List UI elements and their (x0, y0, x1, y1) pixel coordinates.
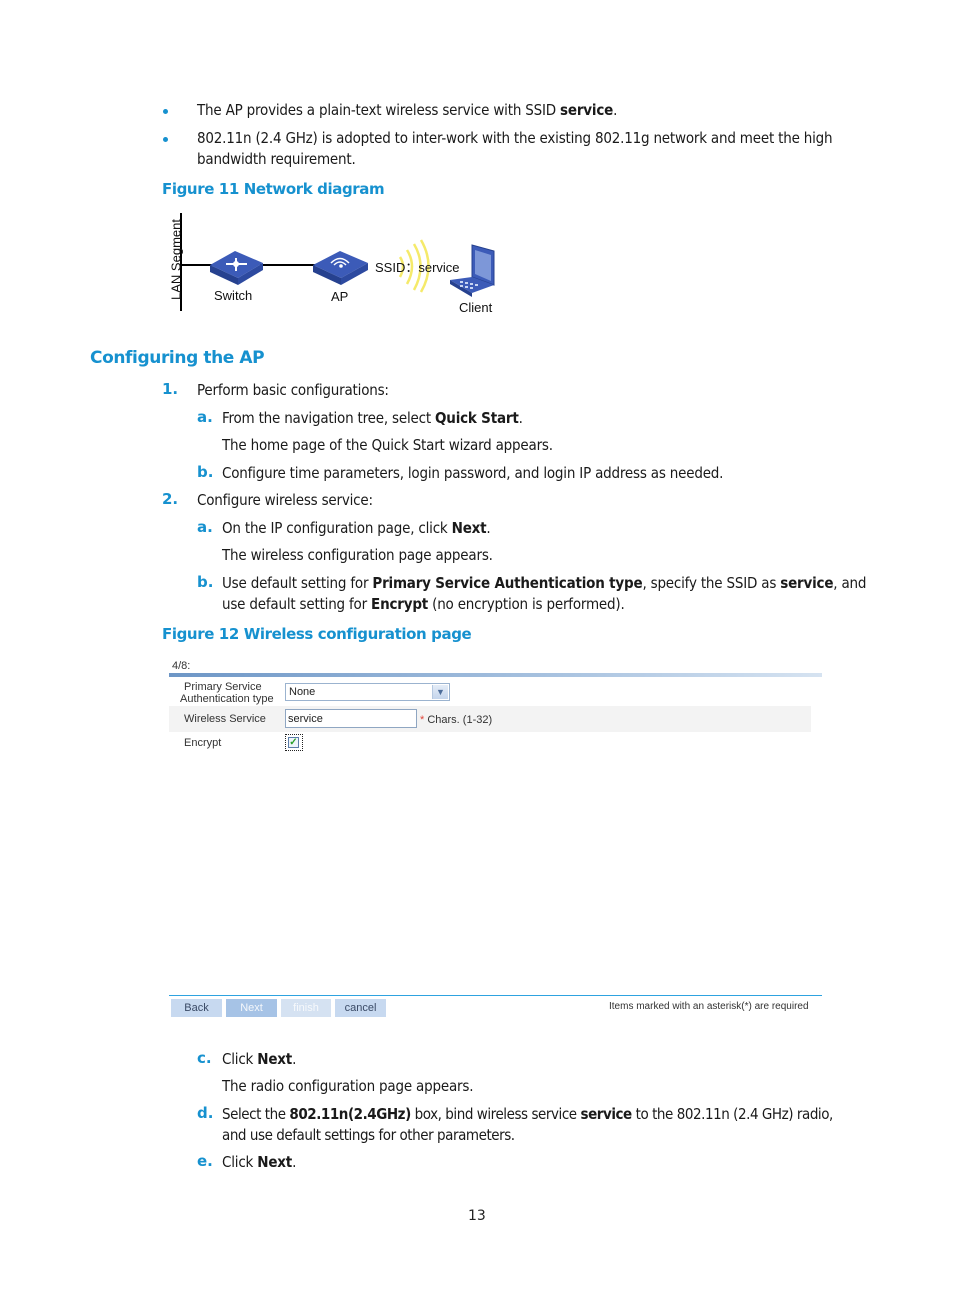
finish-button[interactable]: finish (281, 999, 331, 1017)
footer-divider (169, 995, 822, 996)
bullet-item: The AP provides a plain-text wireless se… (197, 100, 617, 121)
substep-text-part: use default setting for (222, 595, 372, 613)
substep-text-part: , specify the SSID as (642, 574, 781, 592)
access-point-icon (313, 251, 368, 285)
substep-text-part: and use default settings for other param… (222, 1126, 515, 1144)
encrypt-checkbox-focus[interactable]: ✓ (285, 734, 303, 751)
substep-text-part: . (518, 409, 523, 427)
bullet-line: 802.11n (2.4 GHz) is adopted to inter-wo… (197, 129, 833, 147)
substep-bold: Next (257, 1050, 293, 1068)
step-text: Perform basic configurations: (197, 381, 389, 399)
substep-marker: b. (197, 463, 214, 481)
substep-note: The radio configuration page appears. (222, 1077, 474, 1095)
substep-text-part: Click (222, 1050, 258, 1068)
encrypt-checkbox[interactable]: ✓ (288, 737, 299, 748)
checkmark-icon: ✓ (289, 737, 298, 748)
substep-text: Click Next. (222, 1049, 296, 1070)
encrypt-label: Encrypt (184, 737, 222, 749)
substep-text-part: On the IP configuration page, click (222, 519, 452, 537)
wizard-step-indicator: 4/8: (172, 660, 191, 672)
substep-text-part: , and (833, 574, 867, 592)
substep-bold: service (780, 574, 834, 592)
substep-text: From the navigation tree, select Quick S… (222, 408, 523, 429)
auth-type-label-line: Primary Service (184, 681, 262, 693)
cancel-button[interactable]: cancel (335, 999, 386, 1017)
substep-text: Configure time parameters, login passwor… (222, 464, 724, 482)
auth-type-select[interactable]: None ▼ (285, 683, 450, 701)
substep-text-part: . (292, 1153, 297, 1171)
back-button[interactable]: Back (171, 999, 222, 1017)
substep-text-part: Select the (222, 1105, 290, 1123)
client-label: Client (459, 300, 493, 315)
substep-marker: e. (197, 1152, 213, 1170)
switch-label: Switch (214, 288, 253, 303)
substep-marker: b. (197, 573, 214, 591)
section-heading: Configuring the AP (90, 348, 265, 368)
substep-bold: 802.11n(2.4GHz) (289, 1105, 411, 1123)
substep-bold: Quick Start (435, 409, 519, 427)
substep-text: Use default setting for Primary Service … (222, 573, 872, 615)
substep-text: On the IP configuration page, click Next… (222, 518, 491, 539)
hint-text: Chars. (1-32) (424, 714, 493, 726)
auth-type-label-line: Authentication type (180, 693, 274, 705)
bullet-text: The AP provides a plain-text wireless se… (197, 101, 561, 119)
ssid-label: SSID：service (375, 260, 460, 275)
substep-text-part: From the navigation tree, select (222, 409, 436, 427)
auth-type-label: Primary Service (184, 681, 262, 693)
substep-note: The home page of the Quick Start wizard … (222, 436, 553, 454)
auth-type-label: Authentication type (180, 693, 274, 705)
next-button[interactable]: Next (226, 999, 277, 1017)
wireless-service-label: Wireless Service (184, 713, 266, 725)
substep-text-part: (no encryption is performed). (428, 595, 625, 613)
substep-bold: service (580, 1105, 632, 1123)
page-number: 13 (468, 1208, 486, 1224)
substep-marker: a. (197, 518, 213, 536)
bullet-dot (163, 137, 168, 142)
substep-text-part: box, bind wireless service (410, 1105, 581, 1123)
figure-caption: Figure 12 Wireless configuration page (162, 625, 472, 643)
substep-text: Click Next. (222, 1152, 296, 1173)
substep-marker: d. (197, 1104, 214, 1122)
substep-bold: Encrypt (371, 595, 429, 613)
switch-icon (210, 251, 263, 285)
bullet-line: bandwidth requirement. (197, 150, 356, 168)
substep-note: The wireless configuration page appears. (222, 546, 493, 564)
substep-text-part: to the 802.11n (2.4 GHz) radio, (631, 1105, 834, 1123)
substep-marker: a. (197, 408, 213, 426)
header-divider (169, 673, 822, 677)
substep-text: Select the 802.11n(2.4GHz) box, bind wir… (222, 1104, 882, 1146)
substep-text-part: Use default setting for (222, 574, 373, 592)
substep-bold: Primary Service Authentication type (372, 574, 643, 592)
step-number: 2. (162, 490, 179, 508)
bullet-item: 802.11n (2.4 GHz) is adopted to inter-wo… (197, 128, 887, 170)
required-fields-note: Items marked with an asterisk(*) are req… (609, 1001, 809, 1012)
substep-text-part: Click (222, 1153, 258, 1171)
substep-text-part: . (292, 1050, 297, 1068)
wireless-service-hint: * Chars. (1-32) (420, 714, 492, 726)
ap-label: AP (331, 289, 349, 304)
substep-text-part: . (486, 519, 491, 537)
substep-marker: c. (197, 1049, 212, 1067)
step-number: 1. (162, 380, 179, 398)
auth-type-value: None (289, 686, 316, 698)
bullet-bold: service (560, 101, 614, 119)
chevron-down-icon[interactable]: ▼ (432, 685, 448, 699)
bullet-text-end: . (613, 101, 618, 119)
substep-bold: Next (257, 1153, 293, 1171)
lan-segment-label: LAN Segment (168, 219, 184, 300)
figure-caption: Figure 11 Network diagram (162, 180, 385, 198)
substep-bold: Next (451, 519, 487, 537)
bullet-dot (163, 109, 168, 114)
step-text: Configure wireless service: (197, 491, 373, 509)
wireless-service-input[interactable] (285, 709, 417, 728)
